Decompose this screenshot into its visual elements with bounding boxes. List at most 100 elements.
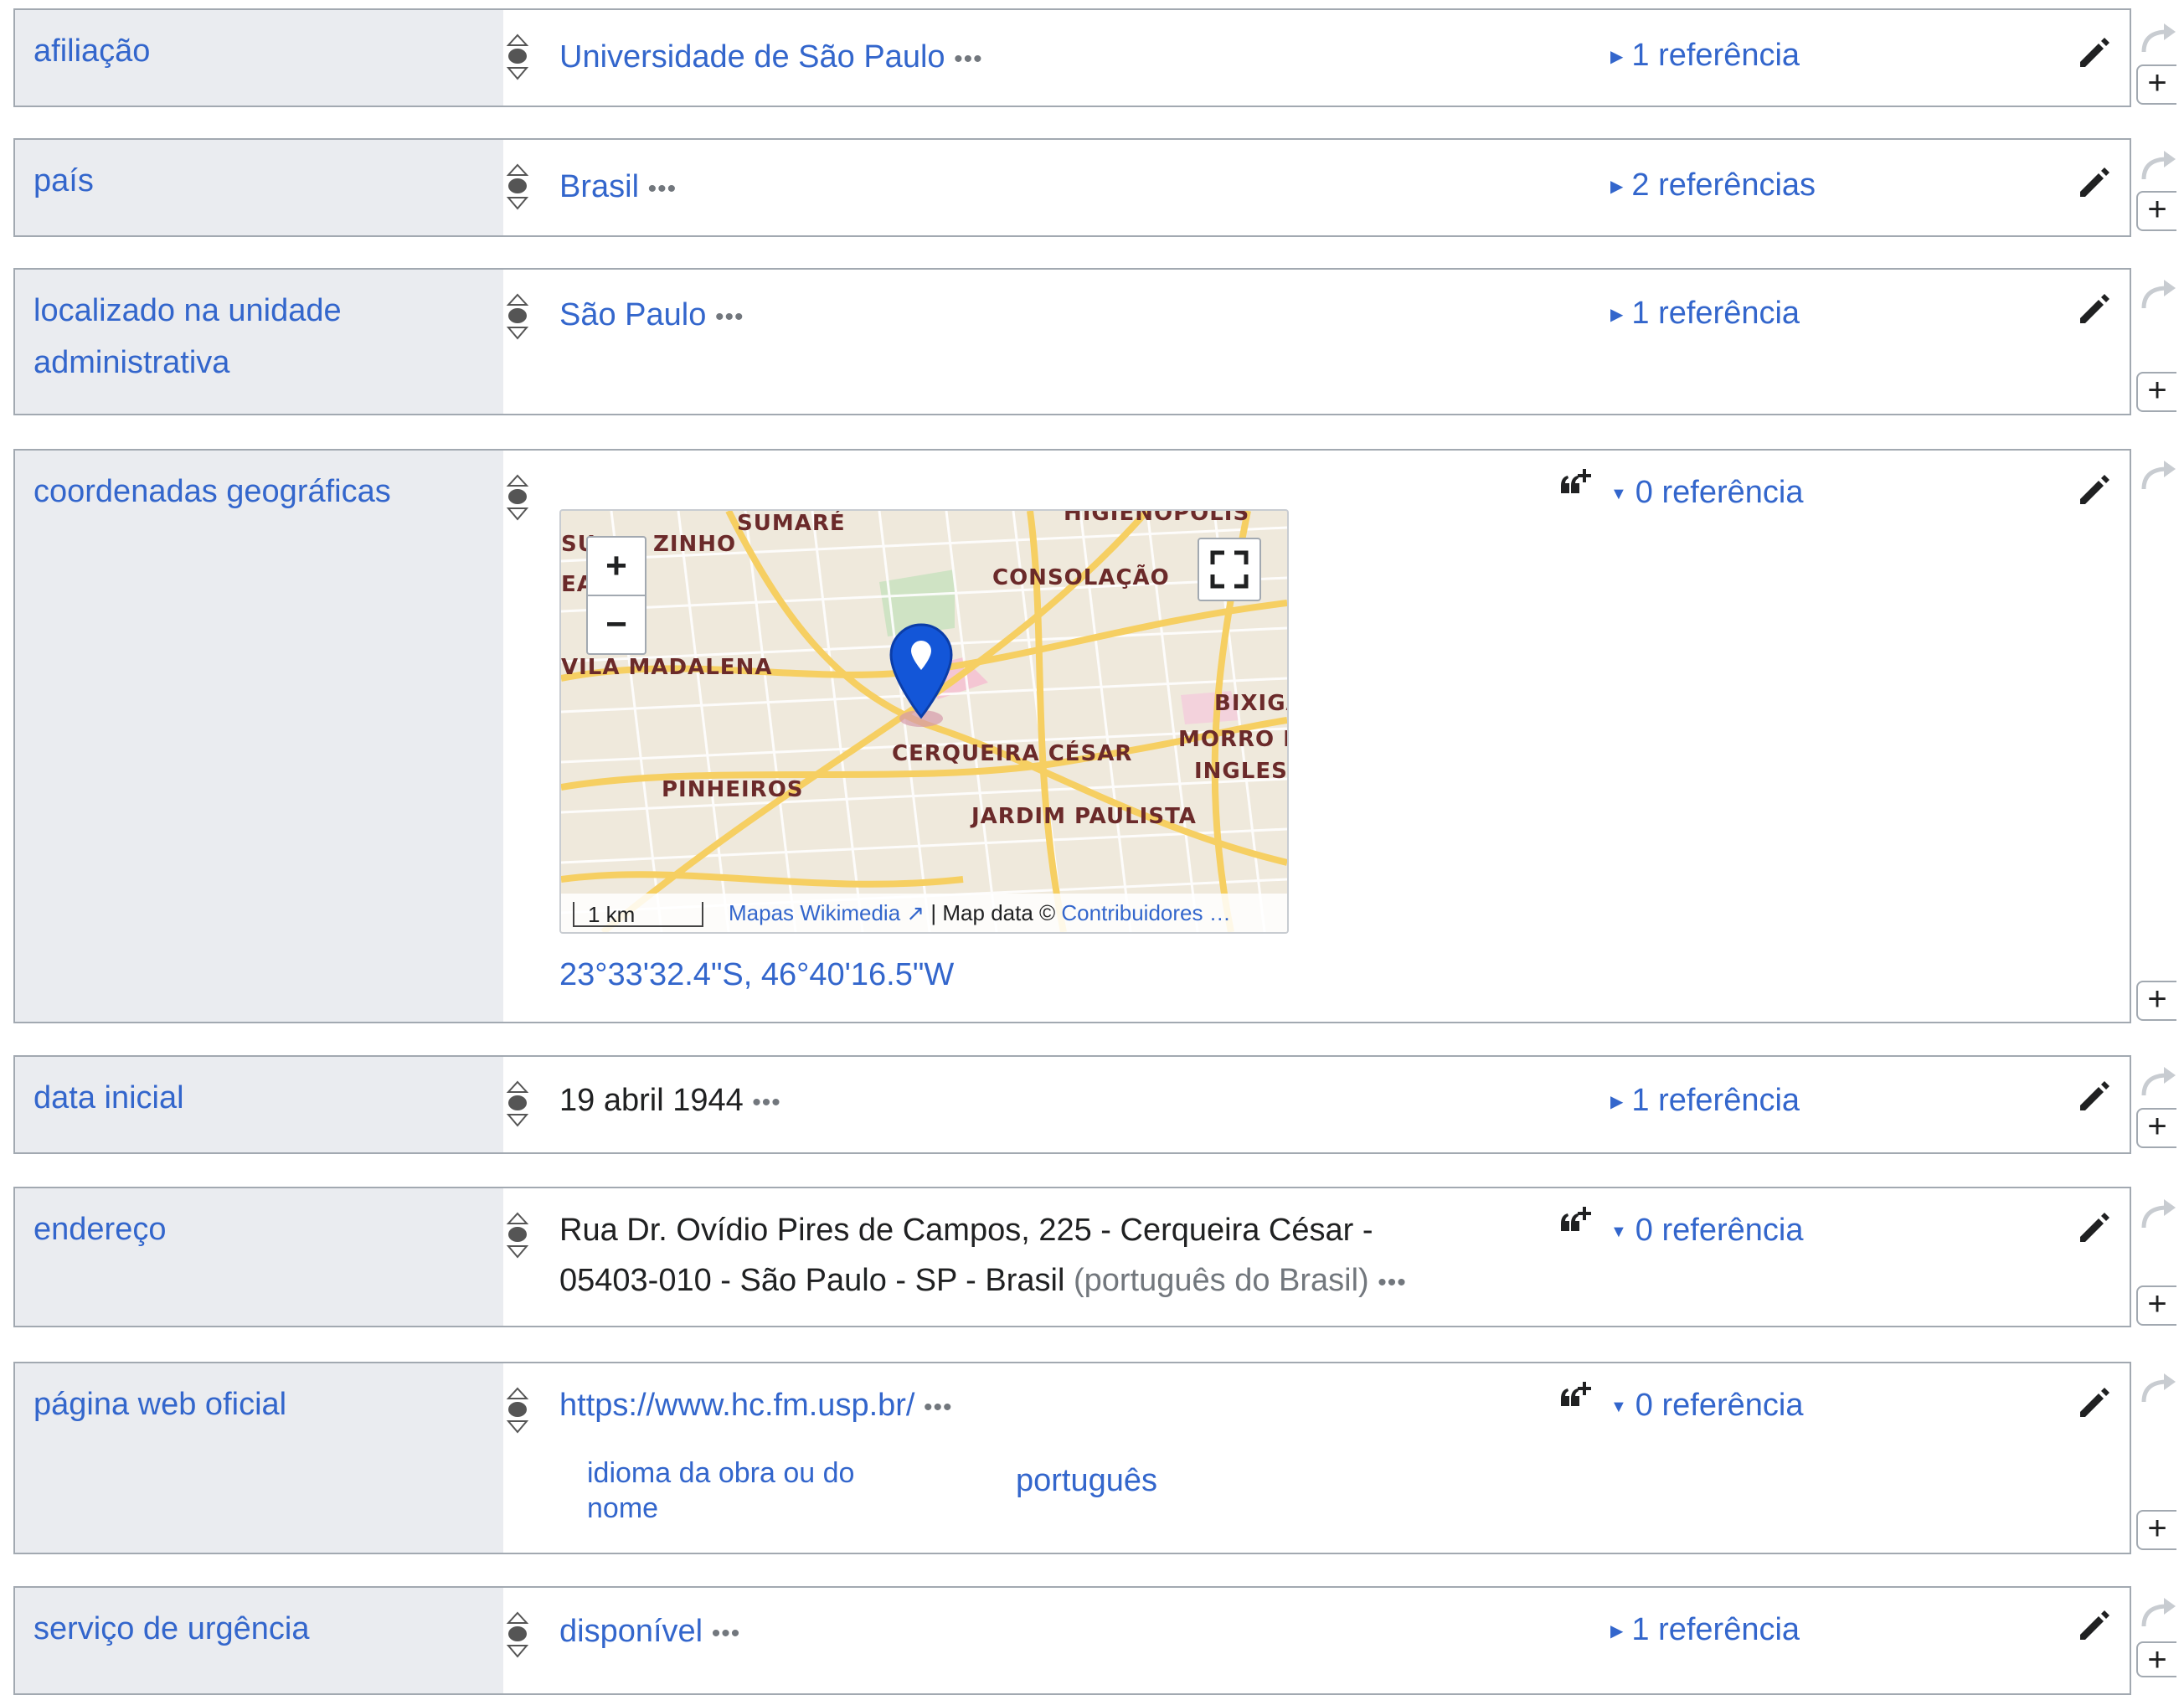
references-toggle[interactable]: ▼ 0 referência bbox=[1610, 467, 1803, 519]
property-label[interactable]: serviço de urgência bbox=[33, 1603, 486, 1655]
references-toggle[interactable]: ▶ 1 referência bbox=[1610, 1605, 1800, 1656]
property-label[interactable]: país bbox=[33, 155, 486, 207]
rank-normal-icon[interactable] bbox=[506, 163, 529, 210]
redo-arrow-icon[interactable] bbox=[2139, 1596, 2179, 1630]
references-toggle[interactable]: ▼ 0 referência bbox=[1610, 1380, 1803, 1432]
external-link-icon: ↗ bbox=[900, 900, 925, 925]
rank-normal-icon[interactable] bbox=[506, 1080, 529, 1127]
add-value-button[interactable]: + bbox=[2136, 1641, 2176, 1677]
property-label[interactable]: afiliação bbox=[33, 25, 486, 77]
redo-arrow-icon[interactable] bbox=[2139, 1065, 2179, 1099]
rank-normal-icon[interactable] bbox=[506, 1387, 529, 1434]
property-cell: afiliação bbox=[15, 10, 503, 106]
fullscreen-icon[interactable] bbox=[1198, 538, 1261, 601]
more-options-dots[interactable]: ••• bbox=[715, 303, 744, 331]
pencil-icon[interactable] bbox=[2075, 1608, 2112, 1645]
references-toggle[interactable]: ▶ 1 referência bbox=[1610, 30, 1800, 82]
triangle-down-icon: ▼ bbox=[1610, 485, 1627, 503]
property-label[interactable]: coordenadas geográficas bbox=[33, 466, 486, 518]
statement-pagina-web: página web oficial https://www.hc.fm.usp… bbox=[13, 1362, 2131, 1554]
rank-normal-icon[interactable] bbox=[506, 474, 529, 521]
add-reference-icon[interactable] bbox=[1556, 467, 1594, 506]
redo-arrow-icon[interactable] bbox=[2139, 1372, 2179, 1405]
more-options-dots[interactable]: ••• bbox=[954, 45, 983, 73]
add-reference-icon[interactable] bbox=[1556, 1205, 1594, 1244]
statement-pais: país Brasil ••• ▶ 2 referências bbox=[13, 138, 2131, 237]
value-link[interactable]: São Paulo bbox=[559, 297, 706, 332]
map-zoom-out-button[interactable]: − bbox=[586, 595, 646, 655]
map-scale: 1 km bbox=[573, 902, 703, 927]
statement-value: Brasil ••• bbox=[559, 162, 677, 214]
pencil-icon[interactable] bbox=[2075, 35, 2112, 72]
property-label[interactable]: data inicial bbox=[33, 1072, 486, 1124]
references-toggle[interactable]: ▶ 1 referência bbox=[1610, 1075, 1800, 1127]
map-label: VILA MADALENA bbox=[561, 655, 773, 680]
add-value-button[interactable]: + bbox=[2136, 981, 2176, 1021]
rank-normal-icon[interactable] bbox=[506, 293, 529, 340]
property-label[interactable]: localizado na unidade administrativa bbox=[33, 285, 486, 389]
map-footer: 1 km Mapas Wikimedia ↗ | Map data © Cont… bbox=[561, 894, 1287, 932]
redo-arrow-icon[interactable] bbox=[2139, 278, 2179, 312]
add-value-button[interactable]: + bbox=[2136, 191, 2176, 231]
statement-value: São Paulo ••• bbox=[559, 290, 744, 343]
value-link[interactable]: Brasil bbox=[559, 169, 639, 204]
redo-arrow-icon[interactable] bbox=[2139, 149, 2179, 183]
add-value-button[interactable]: + bbox=[2136, 1510, 2176, 1550]
references-toggle[interactable]: ▶ 2 referências bbox=[1610, 160, 1816, 212]
statement-coordenadas: coordenadas geográficas SU EA SUMARÉ ZIN… bbox=[13, 449, 2131, 1023]
map-label: SUMARÉ bbox=[737, 511, 846, 536]
property-cell: endereço bbox=[15, 1188, 503, 1326]
rank-normal-icon[interactable] bbox=[506, 1611, 529, 1658]
qualifier-property-link[interactable]: idioma da obra ou do nome bbox=[587, 1455, 889, 1526]
qualifier-value-link[interactable]: português bbox=[1016, 1455, 1157, 1506]
location-map[interactable]: SU EA SUMARÉ ZINHO HIGIENÓPOLIS CONSOLAÇ… bbox=[559, 509, 1289, 934]
rank-normal-icon[interactable] bbox=[506, 1212, 529, 1259]
add-value-button[interactable]: + bbox=[2136, 1108, 2176, 1148]
pencil-icon[interactable] bbox=[2075, 291, 2112, 328]
url-link[interactable]: https://www.hc.fm.usp.br/ bbox=[559, 1388, 914, 1423]
pencil-icon[interactable] bbox=[2075, 1210, 2112, 1247]
map-label: MORRO D bbox=[1178, 727, 1287, 752]
more-options-dots[interactable]: ••• bbox=[752, 1089, 781, 1116]
map-marker-icon[interactable] bbox=[888, 620, 963, 729]
value-link[interactable]: disponível bbox=[559, 1614, 703, 1649]
map-zoom-in-button[interactable]: + bbox=[586, 536, 646, 596]
value-text-line2: 05403-010 - São Paulo - SP - Brasil bbox=[559, 1263, 1065, 1298]
add-value-button[interactable]: + bbox=[2136, 64, 2176, 105]
add-value-button[interactable]: + bbox=[2136, 372, 2176, 412]
triangle-right-icon: ▶ bbox=[1610, 48, 1624, 66]
value-link[interactable]: Universidade de São Paulo bbox=[559, 39, 945, 75]
contributors-link[interactable]: Contribuidores … bbox=[1061, 900, 1230, 925]
more-options-dots[interactable]: ••• bbox=[1378, 1269, 1407, 1296]
property-cell: data inicial bbox=[15, 1057, 503, 1152]
statement-value: Rua Dr. Ovídio Pires de Campos, 225 - Ce… bbox=[559, 1205, 1407, 1308]
value-text-line1: Rua Dr. Ovídio Pires de Campos, 225 - Ce… bbox=[559, 1213, 1373, 1248]
pencil-icon[interactable] bbox=[2075, 472, 2112, 509]
property-cell: página web oficial bbox=[15, 1363, 503, 1553]
statement-unidade-administrativa: localizado na unidade administrativa São… bbox=[13, 268, 2131, 415]
statement-endereco: endereço Rua Dr. Ovídio Pires de Campos,… bbox=[13, 1187, 2131, 1327]
rank-normal-icon[interactable] bbox=[506, 33, 529, 80]
pencil-icon[interactable] bbox=[2075, 1385, 2112, 1422]
statement-value: 19 abril 1944 ••• bbox=[559, 1075, 781, 1128]
redo-arrow-icon[interactable] bbox=[2139, 1198, 2179, 1231]
more-options-dots[interactable]: ••• bbox=[712, 1620, 741, 1647]
statement-servico-urgencia: serviço de urgência disponível ••• ▶ 1 re… bbox=[13, 1586, 2131, 1695]
map-label: ZINHO bbox=[653, 532, 737, 557]
coordinates-link[interactable]: 23°33'32.4"S, 46°40'16.5"W bbox=[559, 950, 954, 1000]
references-toggle[interactable]: ▶ 1 referência bbox=[1610, 288, 1800, 340]
property-cell: país bbox=[15, 140, 503, 235]
property-label[interactable]: endereço bbox=[33, 1203, 486, 1255]
wikimedia-maps-link[interactable]: Mapas Wikimedia bbox=[729, 900, 900, 925]
more-options-dots[interactable]: ••• bbox=[924, 1394, 953, 1421]
pencil-icon[interactable] bbox=[2075, 165, 2112, 202]
add-reference-icon[interactable] bbox=[1556, 1380, 1594, 1419]
references-toggle[interactable]: ▼ 0 referência bbox=[1610, 1205, 1803, 1257]
pencil-icon[interactable] bbox=[2075, 1079, 2112, 1115]
redo-arrow-icon[interactable] bbox=[2139, 459, 2179, 492]
redo-arrow-icon[interactable] bbox=[2139, 22, 2179, 55]
more-options-dots[interactable]: ••• bbox=[648, 175, 677, 203]
statement-data-inicial: data inicial 19 abril 1944 ••• ▶ 1 referê… bbox=[13, 1055, 2131, 1154]
property-label[interactable]: página web oficial bbox=[33, 1378, 486, 1430]
add-value-button[interactable]: + bbox=[2136, 1285, 2176, 1326]
